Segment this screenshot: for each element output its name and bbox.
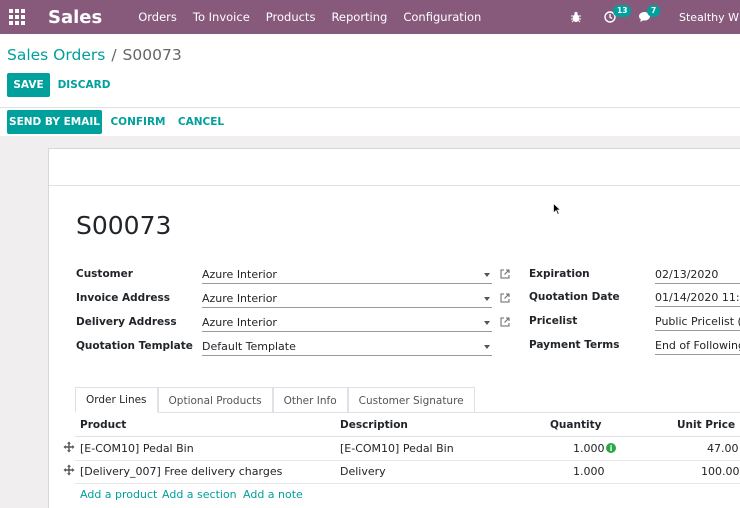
status-bar-divider (49, 185, 740, 186)
table-row[interactable]: [E-COM10] Pedal Bin [E-COM10] Pedal Bin … (49, 437, 739, 460)
notebook-tabs: Order Lines Optional Products Other Info… (75, 387, 475, 413)
app-name[interactable]: Sales (48, 7, 102, 28)
cancel-button[interactable]: CANCEL (176, 110, 226, 134)
invoice-address-value: Azure Interior (202, 292, 277, 305)
menu-reporting[interactable]: Reporting (331, 10, 387, 24)
column-header-unit-price[interactable]: Unit Price (677, 419, 735, 431)
quotation-date-field[interactable]: 01/14/2020 11:18 (655, 289, 740, 307)
row-quantity: 1.000 (573, 465, 605, 478)
delivery-address-value: Azure Interior (202, 316, 277, 329)
info-icon[interactable]: i (606, 443, 616, 453)
confirm-button[interactable]: CONFIRM (110, 110, 166, 134)
breadcrumb: Sales Orders / S00073 (7, 46, 182, 64)
expiration-value: 02/13/2020 (655, 268, 719, 281)
bug-icon[interactable] (570, 11, 582, 23)
order-title: S00073 (76, 211, 172, 240)
row-quantity: 1.000 (573, 442, 605, 455)
form-sheet: S00073 Customer Azure Interior Invoice A… (48, 148, 740, 508)
discard-button[interactable]: DISCARD (58, 73, 111, 97)
quotation-date-value: 01/14/2020 11:18 (655, 291, 740, 304)
external-link-icon[interactable] (500, 317, 510, 327)
add-section-link[interactable]: Add a section (162, 488, 237, 501)
row-divider (75, 483, 740, 484)
chevron-down-icon[interactable] (484, 320, 490, 325)
menu-orders[interactable]: Orders (138, 10, 177, 24)
breadcrumb-current: S00073 (122, 46, 182, 64)
customer-field[interactable]: Azure Interior (202, 266, 492, 284)
clock-icon[interactable]: 13 (604, 5, 632, 23)
control-panel: Sales Orders / S00073 SAVE DISCARD SEND BY… (0, 34, 740, 136)
chat-bubble-icon[interactable]: 7 (638, 5, 661, 23)
save-button[interactable]: SAVE (7, 73, 50, 97)
invoice-address-field[interactable]: Azure Interior (202, 290, 492, 308)
tab-other-info[interactable]: Other Info (272, 387, 348, 413)
external-link-icon[interactable] (500, 269, 510, 279)
row-unit-price: 100.00 (701, 465, 740, 478)
customer-label: Customer (76, 268, 133, 280)
menu-products[interactable]: Products (266, 10, 316, 24)
pricelist-field[interactable]: Public Pricelist (U (655, 313, 740, 331)
apps-grid-icon[interactable] (0, 0, 34, 34)
breadcrumb-sales-orders[interactable]: Sales Orders (7, 46, 105, 64)
payment-terms-value: End of Following M (655, 339, 740, 352)
delivery-address-label: Delivery Address (76, 316, 177, 328)
row-description: Delivery (340, 465, 386, 478)
table-row[interactable]: [Delivery_007] Free delivery charges Del… (49, 460, 740, 483)
pricelist-label: Pricelist (529, 315, 578, 327)
quotation-date-label: Quotation Date (529, 291, 620, 303)
top-navbar: Sales Orders To Invoice Products Reporti… (0, 0, 740, 34)
expiration-field[interactable]: 02/13/2020 (655, 266, 740, 284)
tabs-divider (75, 412, 740, 413)
customer-value: Azure Interior (202, 268, 277, 281)
row-description: [E-COM10] Pedal Bin (340, 442, 454, 455)
tab-customer-signature[interactable]: Customer Signature (347, 387, 475, 413)
quotation-template-value: Default Template (202, 340, 296, 353)
activity-count-badge: 13 (613, 5, 632, 17)
send-by-email-button[interactable]: SEND BY EMAIL (7, 110, 102, 134)
column-header-quantity[interactable]: Quantity (550, 419, 601, 431)
pricelist-value: Public Pricelist (U (655, 315, 740, 328)
column-header-description[interactable]: Description (340, 419, 408, 431)
row-product: [Delivery_007] Free delivery charges (80, 465, 283, 478)
tab-optional-products[interactable]: Optional Products (157, 387, 273, 413)
add-product-link[interactable]: Add a product (80, 488, 157, 501)
payment-terms-label: Payment Terms (529, 339, 620, 351)
chevron-down-icon[interactable] (484, 344, 490, 349)
expiration-label: Expiration (529, 268, 590, 280)
menu-to-invoice[interactable]: To Invoice (193, 10, 250, 24)
user-menu[interactable]: Stealthy W (679, 11, 739, 24)
chevron-down-icon[interactable] (484, 272, 490, 277)
tab-order-lines[interactable]: Order Lines (75, 387, 158, 413)
payment-terms-field[interactable]: End of Following M (655, 337, 740, 355)
chevron-down-icon[interactable] (484, 296, 490, 301)
quotation-template-field[interactable]: Default Template (202, 338, 492, 356)
drag-handle-icon[interactable] (63, 464, 75, 476)
message-count-badge: 7 (647, 5, 661, 17)
quotation-template-label: Quotation Template (76, 340, 193, 352)
divider (0, 107, 740, 108)
menu-configuration[interactable]: Configuration (403, 10, 481, 24)
row-unit-price: 47.00 (707, 442, 739, 455)
external-link-icon[interactable] (500, 293, 510, 303)
invoice-address-label: Invoice Address (76, 292, 170, 304)
mouse-cursor-icon (553, 203, 561, 215)
add-note-link[interactable]: Add a note (243, 488, 303, 501)
delivery-address-field[interactable]: Azure Interior (202, 314, 492, 332)
column-header-product[interactable]: Product (80, 419, 126, 431)
row-product: [E-COM10] Pedal Bin (80, 442, 194, 455)
navbar-systray: 13 7 Stealthy W (570, 0, 739, 34)
breadcrumb-separator: / (111, 46, 117, 64)
drag-handle-icon[interactable] (63, 441, 75, 453)
